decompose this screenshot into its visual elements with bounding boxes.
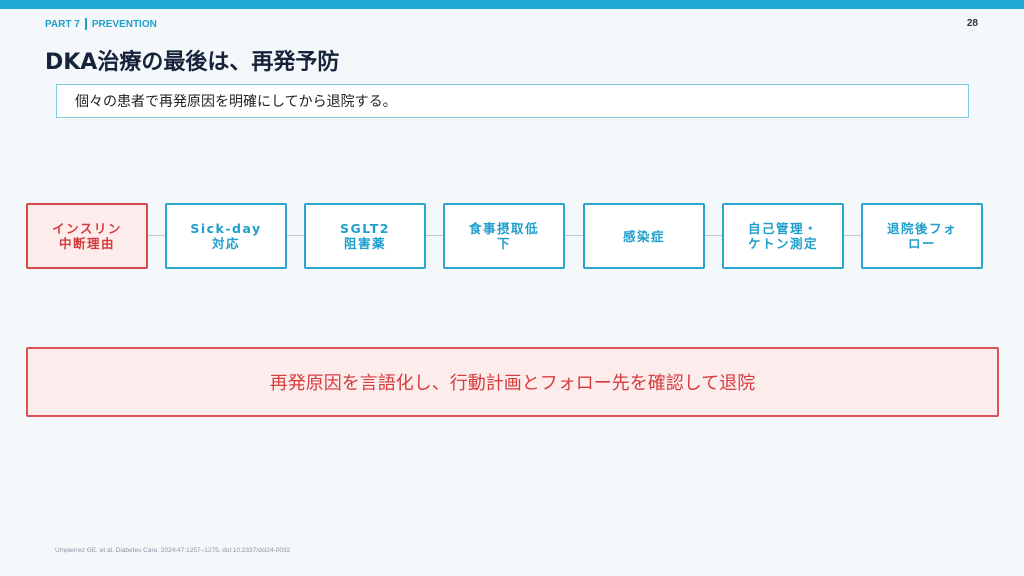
flow-connector [844, 235, 861, 236]
page-number: 28 [966, 18, 978, 29]
flow-step-line: ケトン測定 [747, 236, 818, 251]
flow-step-line: Sick-day [190, 221, 262, 236]
citation: Umpierrez GE, et al. Diabetes Care. 2024… [55, 547, 291, 554]
flow-connector [565, 235, 583, 236]
flow-step-reduced-intake: 食事摂取低 下 [443, 203, 565, 269]
flow-connector [287, 235, 304, 236]
flow-step-line: SGLT2 [340, 221, 390, 236]
flow-step-line: 感染症 [622, 228, 665, 244]
flow-step-sglt2: SGLT2 阻害薬 [304, 203, 426, 269]
flow-step-line: ロー [907, 236, 936, 251]
section-separator [84, 18, 87, 30]
flow-step-line: 退院後フォ [886, 221, 957, 236]
flow-step-follow-up: 退院後フォ ロー [861, 203, 983, 269]
page-title: DKA治療の最後は、再発予防 [45, 50, 340, 75]
flow-connector [705, 235, 722, 236]
flow-step-line: 食事摂取低 [468, 221, 539, 236]
flow-step-line: 下 [496, 236, 511, 251]
subtitle-text: 個々の患者で再発原因を明確にしてから退院する。 [75, 94, 397, 110]
top-accent-bar [0, 0, 1024, 9]
conclusion-box: 再発原因を言語化し、行動計画とフォロー先を確認して退院 [26, 347, 999, 417]
conclusion-text: 再発原因を言語化し、行動計画とフォロー先を確認して退院 [269, 373, 756, 394]
flow-step-insulin-interruption: インスリン 中断理由 [26, 203, 148, 269]
flow-connector [148, 235, 165, 236]
flow-step-line: 中断理由 [58, 236, 115, 251]
flow-step-sick-day: Sick-day 対応 [165, 203, 287, 269]
flow-step-line: 阻害薬 [343, 236, 386, 251]
section-label: PART 7 PREVENTION [45, 18, 157, 30]
flow-connector [426, 235, 443, 236]
flow-step-self-management: 自己管理・ ケトン測定 [722, 203, 844, 269]
flow-step-line: インスリン [52, 221, 122, 236]
section-name: PREVENTION [91, 18, 157, 30]
recurrence-factor-flow: インスリン 中断理由 Sick-day 対応 SGLT2 阻害薬 食事摂取低 下… [26, 203, 984, 269]
part-label: PART 7 [45, 18, 80, 30]
flow-step-line: 自己管理・ [747, 221, 818, 236]
flow-step-line: 対応 [211, 236, 240, 251]
flow-step-infection: 感染症 [583, 203, 705, 269]
subtitle-box: 個々の患者で再発原因を明確にしてから退院する。 [56, 84, 969, 118]
